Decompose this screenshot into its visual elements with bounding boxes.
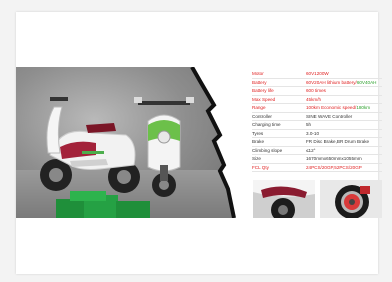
spec-label: Size (252, 156, 261, 161)
spec-value: 60V1200W (306, 71, 329, 76)
spec-value: 45km/h (306, 96, 322, 102)
spec-label: Brake (252, 139, 265, 144)
zigzag-divider (190, 67, 240, 218)
spec-row-battery-life: Battery life 600 times (252, 87, 382, 96)
spec-value: 3.0-10 (306, 130, 320, 136)
spec-label: Motor (252, 71, 264, 76)
spec-label: Battery (252, 79, 267, 85)
spec-row-fcl-qty: FCL Qty 24PCS/20GP,52PCS/20GP (252, 164, 382, 172)
spec-value: FR Disc Brake,BR Drum Brake (306, 139, 370, 144)
spec-label: Climbing slope (252, 147, 283, 153)
rear-detail-thumbnail (253, 180, 315, 218)
spec-row-climbing-slope: Climbing slope ≤12° (252, 147, 382, 155)
spec-label: FCL Qty (252, 164, 269, 170)
spec-value: 5h (306, 122, 312, 127)
spec-row-size: Size 1670mmx650mmx1055mm (252, 155, 382, 164)
spec-row-motor: Motor 60V1200W (252, 70, 382, 79)
green-crates (56, 191, 150, 218)
spec-value: 60V20AH lithium battery/ (306, 79, 357, 85)
spec-label: Range (252, 105, 266, 110)
spec-row-controller: Controller SINE WAVE Controller (252, 113, 382, 121)
spec-value-extra: 60V40AH (356, 79, 377, 85)
spec-label: Charging time (252, 122, 281, 127)
spec-row-max-speed: Max Speed 45km/h (252, 96, 382, 104)
spec-value-extra: 180km (356, 105, 371, 110)
spec-label: Tyres (252, 130, 264, 136)
spec-label: Battery life (252, 88, 274, 93)
spec-value: SINE WAVE Controller (306, 113, 353, 119)
spec-row-tyres: Tyres 3.0-10 (252, 130, 382, 138)
disc-brake-image (320, 180, 382, 218)
spec-label: Max Speed (252, 96, 276, 102)
spec-value: ≤12° (306, 147, 316, 153)
spec-value: 100km Economic speed/ (306, 105, 357, 110)
spec-row-charging-time: Charging time 5h (252, 121, 382, 130)
spec-row-battery: Battery 60V20AH lithium battery/60V40AH (252, 79, 382, 87)
front-wheel-thumbnail (320, 180, 382, 218)
spec-row-brake: Brake FR Disc Brake,BR Drum Brake (252, 138, 382, 147)
spec-label: Controller (252, 113, 272, 119)
red-scooter-image (40, 97, 140, 193)
scooter-photo (16, 67, 240, 218)
spec-row-range: Range 100km Economic speed/180km (252, 104, 382, 113)
spec-value: 600 times (306, 88, 326, 93)
spec-value: 1670mmx650mmx1055mm (306, 156, 362, 161)
spec-table: Motor 60V1200W Battery 60V20AH lithium b… (252, 70, 382, 172)
spec-value: 24PCS/20GP,52PCS/20GP (306, 164, 362, 170)
rear-wheel-image (253, 180, 315, 218)
